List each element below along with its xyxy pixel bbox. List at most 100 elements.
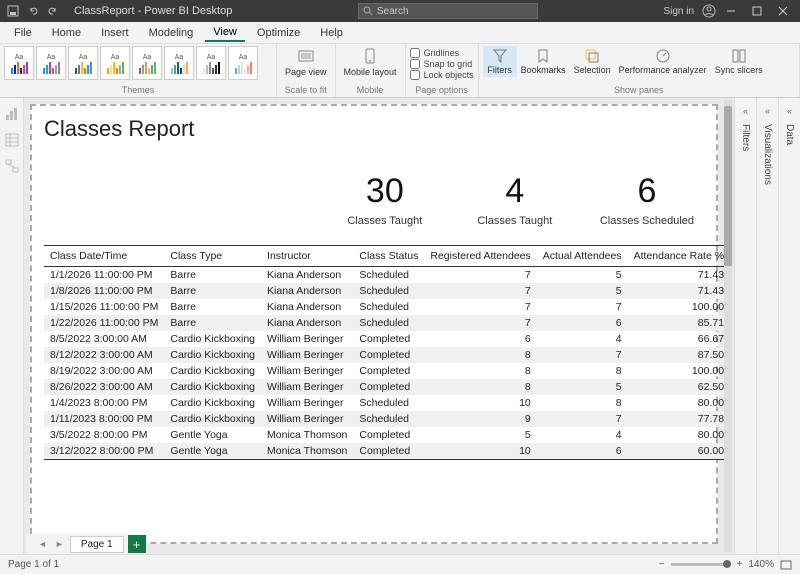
collapse-icon[interactable]: « <box>787 106 792 116</box>
undo-icon[interactable] <box>26 4 40 18</box>
table-cell: 4 <box>537 331 628 347</box>
table-row: 1/22/2026 11:00:00 PMBarreKiana Anderson… <box>44 315 730 331</box>
theme-swatch[interactable]: Aa <box>196 46 226 80</box>
ribbon-group-page-options: Gridlines Snap to grid Lock objects Page… <box>406 44 479 97</box>
table-cell: 87.50 <box>628 347 730 363</box>
table-cell: Cardio Kickboxing <box>164 347 261 363</box>
theme-swatch[interactable]: Aa <box>228 46 258 80</box>
table-cell: Completed <box>353 347 424 363</box>
theme-swatch[interactable]: Aa <box>132 46 162 80</box>
bookmarks-button[interactable]: Bookmarks <box>517 46 570 77</box>
column-header[interactable]: Class Date/Time <box>44 246 164 267</box>
table-cell: 1/11/2023 8:00:00 PM <box>44 411 164 427</box>
sync-slicers-button[interactable]: Sync slicers <box>711 46 767 77</box>
table-cell: 7 <box>537 347 628 363</box>
fit-page-icon[interactable] <box>780 560 792 570</box>
collapse-icon[interactable]: « <box>765 106 770 116</box>
search-icon <box>363 6 373 16</box>
table-cell: 6 <box>537 443 628 460</box>
snap-checkbox[interactable]: Snap to grid <box>410 59 474 69</box>
zoom-slider[interactable] <box>671 563 731 566</box>
table-cell: Cardio Kickboxing <box>164 395 261 411</box>
menu-help[interactable]: Help <box>312 25 351 41</box>
search-box[interactable]: Search <box>358 3 538 19</box>
table-row: 1/15/2026 11:00:00 PMBarreKiana Anderson… <box>44 299 730 315</box>
menu-insert[interactable]: Insert <box>93 25 137 41</box>
selection-button[interactable]: Selection <box>570 46 615 77</box>
redo-icon[interactable] <box>46 4 60 18</box>
table-cell: 100.00 <box>628 363 730 379</box>
tab-prev-icon[interactable]: ◄ <box>36 539 49 549</box>
table-row: 8/5/2022 3:00:00 AMCardio KickboxingWill… <box>44 331 730 347</box>
table-cell: Barre <box>164 315 261 331</box>
canvas-scrollbar[interactable] <box>724 100 732 552</box>
save-icon[interactable] <box>6 4 20 18</box>
zoom-control[interactable]: − + 140% <box>659 559 792 570</box>
left-rail <box>0 98 24 554</box>
table-cell: 6 <box>537 315 628 331</box>
table-cell: 7 <box>424 299 536 315</box>
column-header[interactable]: Class Type <box>164 246 261 267</box>
mobile-layout-button[interactable]: Mobile layout <box>340 46 401 79</box>
collapse-icon[interactable]: « <box>743 106 748 116</box>
table-cell: Scheduled <box>353 411 424 427</box>
maximize-button[interactable] <box>746 0 768 22</box>
table-cell: Cardio Kickboxing <box>164 363 261 379</box>
table-row: 1/1/2026 11:00:00 PMBarreKiana AndersonS… <box>44 267 730 284</box>
table-cell: Kiana Anderson <box>261 299 353 315</box>
sign-in-label[interactable]: Sign in <box>663 6 694 17</box>
table-cell: 10 <box>424 443 536 460</box>
filters-pane-tab[interactable]: Filters <box>738 122 753 153</box>
theme-swatch[interactable]: Aa <box>100 46 130 80</box>
table-cell: 7 <box>424 315 536 331</box>
table-cell: William Beringer <box>261 379 353 395</box>
data-view-icon[interactable] <box>4 132 20 148</box>
gridlines-checkbox[interactable]: Gridlines <box>410 48 474 58</box>
ribbon-group-show-panes: Filters Bookmarks Selection Performance … <box>479 44 800 97</box>
table-cell: Kiana Anderson <box>261 283 353 299</box>
table-cell: 9 <box>424 411 536 427</box>
data-pane-tab[interactable]: Data <box>782 122 797 147</box>
table-row: 3/12/2022 8:00:00 PMGentle YogaMonica Th… <box>44 443 730 460</box>
right-rail-3: « Data <box>778 98 800 554</box>
menu-optimize[interactable]: Optimize <box>249 25 308 41</box>
theme-swatch[interactable]: Aa <box>4 46 34 80</box>
report-title: Classes Report <box>44 116 704 142</box>
theme-swatch[interactable]: Aa <box>68 46 98 80</box>
menu-view[interactable]: View <box>205 24 245 42</box>
table-cell: 1/15/2026 11:00:00 PM <box>44 299 164 315</box>
table-row: 8/12/2022 3:00:00 AMCardio KickboxingWil… <box>44 347 730 363</box>
user-icon[interactable] <box>702 4 716 18</box>
menu-home[interactable]: Home <box>44 25 89 41</box>
report-view-icon[interactable] <box>4 106 20 122</box>
table-cell: 60.00 <box>628 443 730 460</box>
page-view-button[interactable]: Page view <box>281 46 331 79</box>
menu-file[interactable]: File <box>6 25 40 41</box>
column-header[interactable]: Instructor <box>261 246 353 267</box>
model-view-icon[interactable] <box>4 158 20 174</box>
column-header[interactable]: Class Status <box>353 246 424 267</box>
table-cell: 8 <box>537 363 628 379</box>
filters-pane-button[interactable]: Filters <box>483 46 517 77</box>
performance-analyzer-button[interactable]: Performance analyzer <box>615 46 711 77</box>
theme-swatch[interactable]: Aa <box>36 46 66 80</box>
minimize-button[interactable] <box>720 0 742 22</box>
column-header[interactable]: Attendance Rate % <box>628 246 730 267</box>
tab-next-icon[interactable]: ► <box>53 539 66 549</box>
table-cell: 8 <box>537 395 628 411</box>
canvas[interactable]: Classes Report 30Classes Taught4Classes … <box>24 98 734 554</box>
table-cell: 10 <box>424 395 536 411</box>
theme-swatch[interactable]: Aa <box>164 46 194 80</box>
visualizations-pane-tab[interactable]: Visualizations <box>760 122 775 187</box>
kpi-value: 4 <box>470 172 560 211</box>
add-page-button[interactable]: + <box>128 535 146 553</box>
lock-checkbox[interactable]: Lock objects <box>410 70 474 80</box>
table-cell: 80.00 <box>628 427 730 443</box>
table-cell: 1/22/2026 11:00:00 PM <box>44 315 164 331</box>
menu-modeling[interactable]: Modeling <box>141 25 202 41</box>
page-tab-1[interactable]: Page 1 <box>70 536 124 553</box>
column-header[interactable]: Actual Attendees <box>537 246 628 267</box>
column-header[interactable]: Registered Attendees <box>424 246 536 267</box>
ribbon-group-themes: AaAaAaAaAaAaAaAa Themes <box>0 44 277 97</box>
close-button[interactable] <box>772 0 794 22</box>
